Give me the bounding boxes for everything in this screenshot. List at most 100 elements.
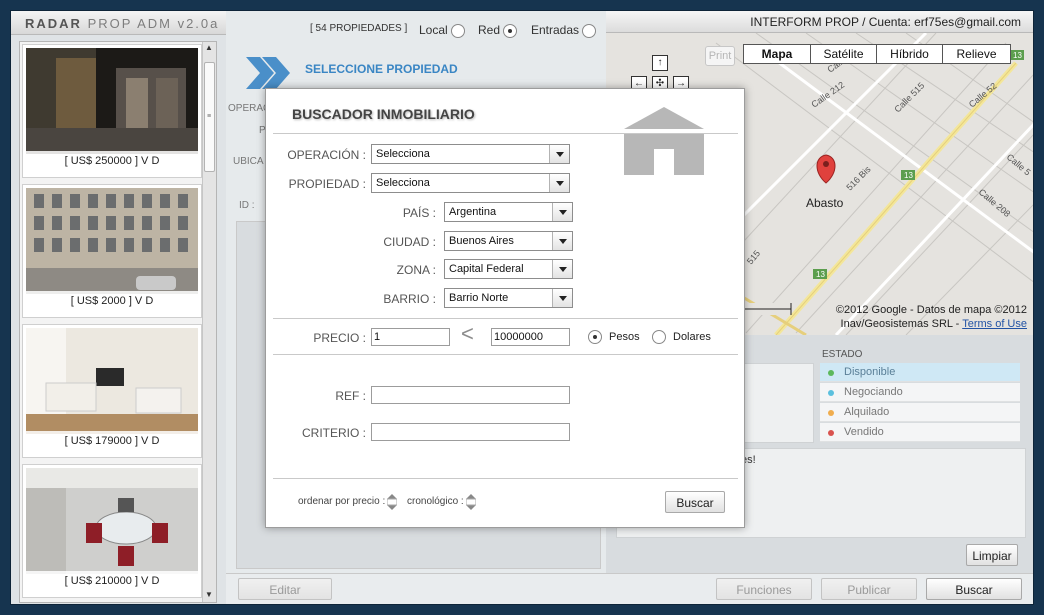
chevron-down-icon[interactable] xyxy=(549,145,569,163)
operacion-select[interactable]: Selecciona xyxy=(371,144,570,164)
zona-select[interactable]: Capital Federal xyxy=(444,259,573,279)
criterio-label: CRITERIO : xyxy=(301,426,366,440)
property-count: [ 54 PROPIEDADES ] xyxy=(310,23,408,34)
tab-relieve[interactable]: Relieve xyxy=(943,45,1010,63)
middle-toolbar: Editar xyxy=(226,573,606,604)
dolares-label: Dolares xyxy=(673,331,711,343)
criterio-input[interactable] xyxy=(371,423,570,441)
listing-photo-living-room xyxy=(26,328,198,434)
estado-label: ESTADO xyxy=(822,349,863,360)
status-alquilado[interactable]: Alquilado xyxy=(820,403,1020,422)
chevron-down-icon[interactable] xyxy=(552,203,572,221)
sort-date-label: cronológico : xyxy=(407,496,464,507)
sort-date-spinner-icon[interactable] xyxy=(466,494,476,510)
limpiar-button[interactable]: Limpiar xyxy=(966,544,1018,566)
status-vendido[interactable]: Vendido xyxy=(820,423,1020,442)
precio-label: PRECIO : xyxy=(313,331,366,345)
status-dot-icon xyxy=(828,430,834,436)
divider xyxy=(273,354,738,355)
print-button[interactable]: Print xyxy=(705,46,735,66)
listing-item[interactable]: [ US$ 210000 ] V D xyxy=(22,464,202,598)
sort-price-spinner-icon[interactable] xyxy=(387,494,397,510)
publicar-button[interactable]: Publicar xyxy=(821,578,917,600)
radio-dolares[interactable] xyxy=(652,330,666,344)
listing-item[interactable]: [ US$ 2000 ] V D xyxy=(22,184,202,318)
ghost-id-label: ID : xyxy=(239,200,255,211)
ref-input[interactable] xyxy=(371,386,570,404)
sort-price-label: ordenar por precio : xyxy=(298,496,386,507)
filter-local[interactable]: Local xyxy=(419,23,466,38)
tab-hibrido[interactable]: Híbrido xyxy=(877,45,943,63)
svg-text:13: 13 xyxy=(904,171,913,180)
pan-up-icon[interactable]: ↑ xyxy=(652,55,668,71)
select-property-title: SELECCIONE PROPIEDAD xyxy=(305,62,458,76)
scroll-thumb[interactable]: ≡ xyxy=(204,62,215,172)
listing-price: [ US$ 179000 ] V D xyxy=(26,431,198,451)
pais-label: PAÍS : xyxy=(402,206,436,220)
listing-scrollbar[interactable]: ▲ ≡ ▼ xyxy=(202,42,216,602)
status-dot-icon xyxy=(828,370,834,376)
app-title: RADAR PROP ADM v2.0a xyxy=(25,16,220,31)
chevron-down-icon[interactable] xyxy=(552,260,572,278)
search-dialog: BUSCADOR INMOBILIARIO OPERACIÓN : Selecc… xyxy=(265,88,745,528)
app-header: RADAR PROP ADM v2.0a xyxy=(11,11,226,35)
pesos-label: Pesos xyxy=(609,331,640,343)
divider xyxy=(273,133,738,134)
scroll-up-icon[interactable]: ▲ xyxy=(205,43,213,52)
account-label: INTERFORM PROP / Cuenta: erf75es@gmail.c… xyxy=(750,15,1021,29)
operacion-label: OPERACIÓN : xyxy=(287,148,366,162)
tab-satelite[interactable]: Satélite xyxy=(811,45,877,63)
zona-label: ZONA : xyxy=(396,263,436,277)
buscar-main-button[interactable]: Buscar xyxy=(926,578,1022,600)
divider xyxy=(273,318,738,319)
listing-price: [ US$ 210000 ] V D xyxy=(26,571,198,591)
source-filter: [ 54 PROPIEDADES ] Local Red Entradas xyxy=(226,11,606,51)
search-submit-button[interactable]: Buscar xyxy=(665,491,725,513)
pais-select[interactable]: Argentina xyxy=(444,202,573,222)
ciudad-select[interactable]: Buenos Aires xyxy=(444,231,573,251)
filter-entradas[interactable]: Entradas xyxy=(531,23,597,38)
listing-photo-dining xyxy=(26,468,198,574)
listing-item[interactable]: [ US$ 250000 ] V D xyxy=(22,44,202,178)
chevron-right-icon xyxy=(246,57,290,89)
status-disponible[interactable]: Disponible xyxy=(820,363,1020,382)
less-than-icon: < xyxy=(461,321,474,346)
radio-pesos[interactable] xyxy=(588,330,602,344)
listing-price: [ US$ 250000 ] V D xyxy=(26,151,198,171)
barrio-select[interactable]: Barrio Norte xyxy=(444,288,573,308)
precio-max-input[interactable]: 10000000 xyxy=(491,328,570,346)
propiedad-select[interactable]: Selecciona xyxy=(371,173,570,193)
status-dot-icon xyxy=(828,410,834,416)
edit-button[interactable]: Editar xyxy=(238,578,332,600)
chevron-down-icon[interactable] xyxy=(549,174,569,192)
account-header: INTERFORM PROP / Cuenta: erf75es@gmail.c… xyxy=(606,11,1033,33)
tab-mapa[interactable]: Mapa xyxy=(744,45,811,63)
ghost-ubicacion-label: UBICA xyxy=(233,156,264,167)
chevron-down-icon[interactable] xyxy=(552,232,572,250)
map-copyright: ©2012 Google - Datos de mapa ©2012 Inav/… xyxy=(835,304,1027,330)
barrio-label: BARRIO : xyxy=(383,292,436,306)
filter-red[interactable]: Red xyxy=(478,23,518,38)
ciudad-label: CIUDAD : xyxy=(383,235,436,249)
ref-label: REF : xyxy=(335,389,366,403)
listing-price: [ US$ 2000 ] V D xyxy=(26,291,198,311)
precio-min-input[interactable]: 1 xyxy=(371,328,450,346)
listing-photo-building xyxy=(26,188,198,294)
house-icon xyxy=(624,107,704,175)
listing-list[interactable]: [ US$ 250000 ] V D [ US$ 2000 ] V D [US… xyxy=(19,41,217,603)
status-negociando[interactable]: Negociando xyxy=(820,383,1020,402)
chevron-down-icon[interactable] xyxy=(552,289,572,307)
radio-red[interactable] xyxy=(503,23,518,38)
funciones-button[interactable]: Funciones xyxy=(716,578,812,600)
terms-link[interactable]: Terms of Use xyxy=(962,318,1027,330)
svg-text:13: 13 xyxy=(1013,51,1022,60)
divider xyxy=(273,478,738,479)
listing-photo-lobby xyxy=(26,48,198,154)
status-dot-icon xyxy=(828,390,834,396)
scroll-down-icon[interactable]: ▼ xyxy=(205,590,213,599)
search-dialog-title: BUSCADOR INMOBILIARIO xyxy=(292,106,475,122)
right-toolbar: Funciones Publicar Buscar xyxy=(606,573,1033,604)
radio-entradas[interactable] xyxy=(582,23,597,38)
listing-item[interactable]: [ US$ 179000 ] V D xyxy=(22,324,202,458)
radio-local[interactable] xyxy=(451,23,466,38)
